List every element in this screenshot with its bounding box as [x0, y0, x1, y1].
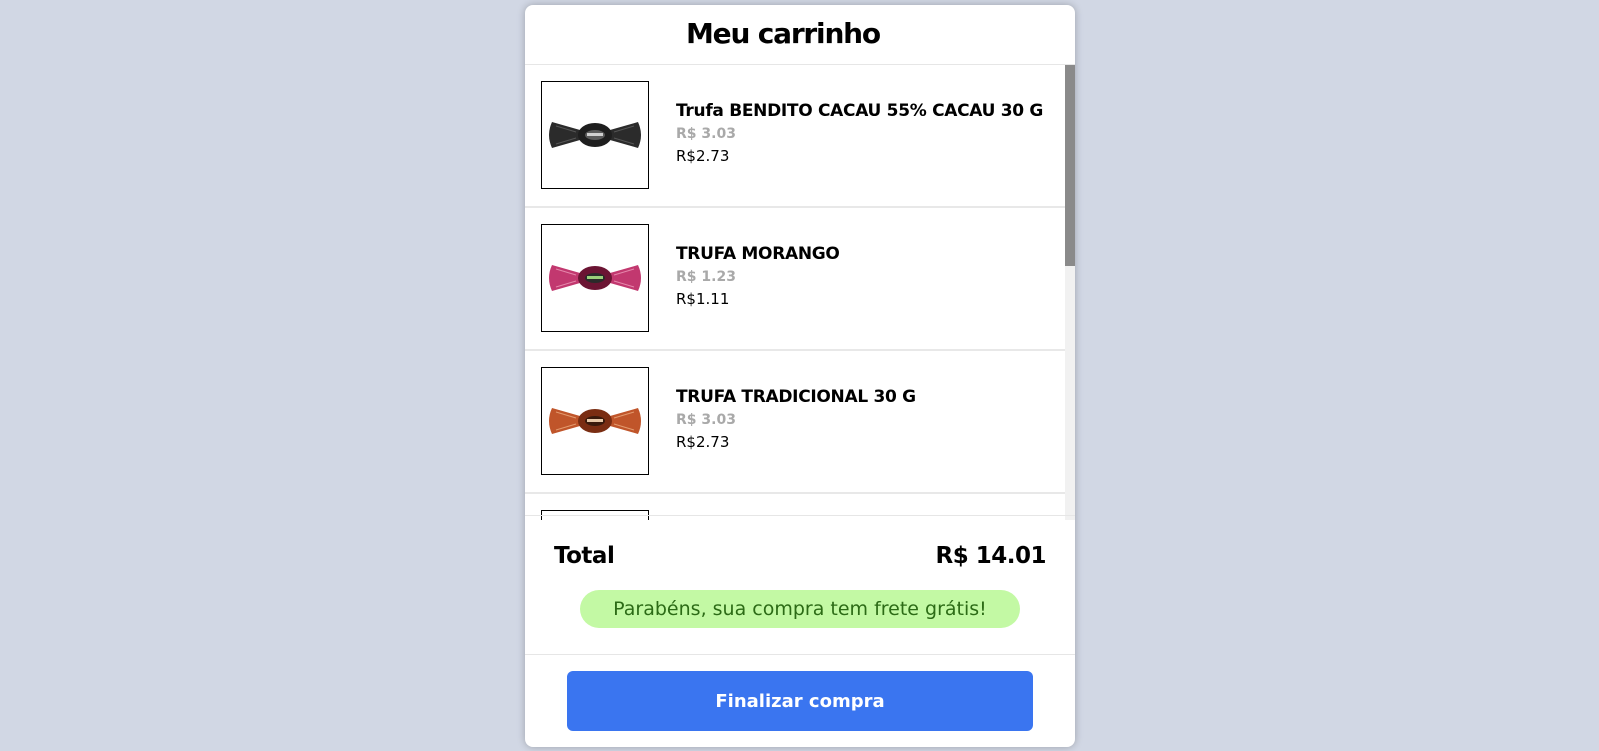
item-old-price: R$ 3.03 [676, 412, 736, 428]
item-name: TRUFA MORANGO [676, 244, 840, 264]
item-price: R$1.11 [676, 290, 730, 308]
cart-footer: Total R$ 14.01 Parabéns, sua compra tem … [525, 515, 1075, 747]
truffle-pink-wrapper-icon [549, 265, 641, 291]
truffle-orange-wrapper-icon [549, 408, 641, 434]
scrollbar-thumb[interactable] [1065, 65, 1075, 266]
product-image [541, 81, 649, 189]
item-old-price: R$ 1.23 [676, 269, 736, 285]
cart-item[interactable]: Trufa BENDITO CACAU 55% CACAU 30 G R$ 3.… [525, 65, 1065, 208]
scrollbar[interactable] [1065, 65, 1075, 520]
item-price: R$2.73 [676, 433, 730, 451]
checkout-button[interactable]: Finalizar compra [567, 671, 1033, 731]
item-price: R$2.73 [676, 147, 730, 165]
total-value: R$ 14.01 [935, 543, 1047, 569]
item-info: TRUFA TRADICIONAL 30 G R$ 3.03 R$2.73 [676, 387, 916, 451]
page-title: Meu carrinho [686, 17, 881, 50]
total-label: Total [554, 543, 615, 569]
cart-panel: Meu carrinho Trufa BENDITO CACAU 55% CAC… [525, 5, 1075, 747]
item-info: TRUFA MORANGO R$ 1.23 R$1.11 [676, 244, 840, 308]
free-shipping-badge: Parabéns, sua compra tem frete grátis! [580, 590, 1020, 628]
cart-item-list[interactable]: Trufa BENDITO CACAU 55% CACAU 30 G R$ 3.… [525, 65, 1075, 520]
item-name: Trufa BENDITO CACAU 55% CACAU 30 G [676, 101, 1044, 121]
cart-item[interactable]: TRUFA MORANGO R$ 1.23 R$1.11 [525, 208, 1065, 351]
item-info: Trufa BENDITO CACAU 55% CACAU 30 G R$ 3.… [676, 101, 1043, 165]
total-row: Total R$ 14.01 [554, 543, 1047, 569]
truffle-dark-wrapper-icon [549, 122, 641, 148]
item-old-price: R$ 3.03 [676, 126, 736, 142]
item-name: TRUFA TRADICIONAL 30 G [676, 387, 916, 407]
cart-item[interactable]: TRUFA TRADICIONAL 30 G R$ 3.03 R$2.73 [525, 351, 1065, 494]
product-image [541, 367, 649, 475]
divider [525, 654, 1075, 655]
cart-header: Meu carrinho [525, 5, 1075, 65]
product-image [541, 224, 649, 332]
